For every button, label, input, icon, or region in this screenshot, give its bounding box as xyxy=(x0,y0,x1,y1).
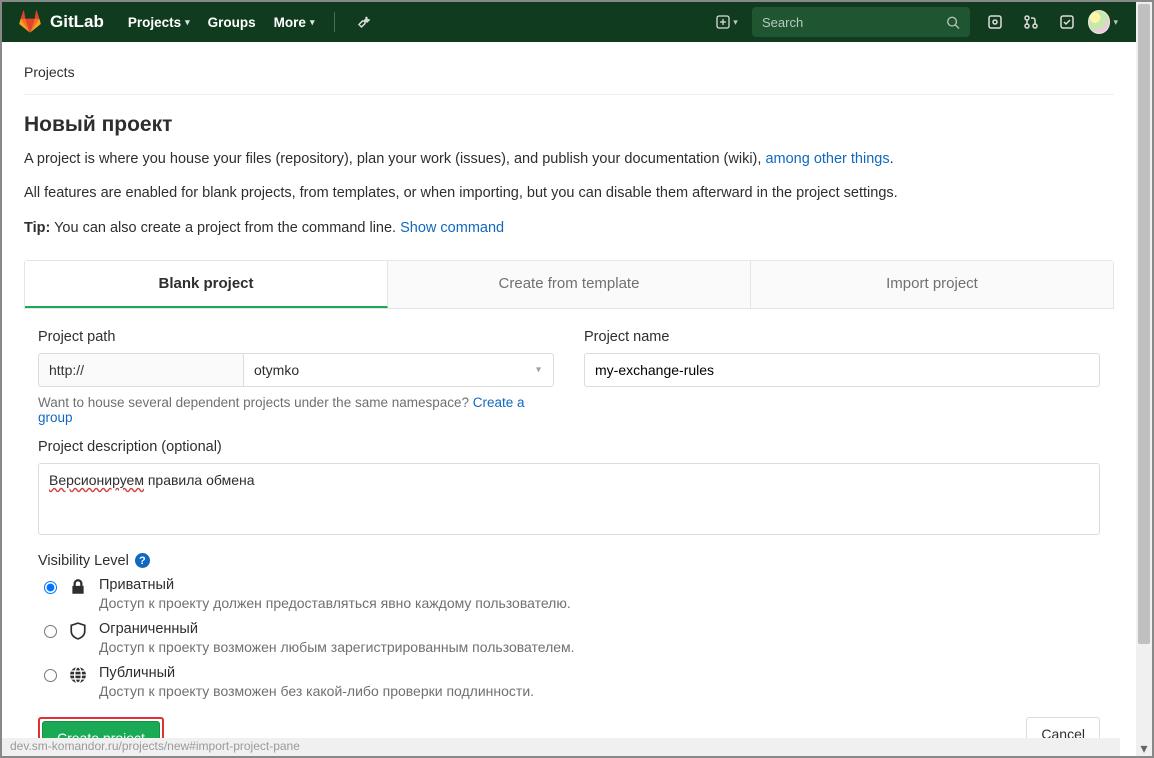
visibility-internal[interactable]: Ограниченный Доступ к проекту возможен л… xyxy=(38,613,1100,657)
visibility-public-radio[interactable] xyxy=(44,669,57,682)
visibility-public-desc: Доступ к проекту возможен без какой-либо… xyxy=(99,683,1100,699)
visibility-private[interactable]: Приватный Доступ к проекту должен предос… xyxy=(38,569,1100,613)
user-menu[interactable]: ▾ xyxy=(1088,7,1118,37)
breadcrumb[interactable]: Projects xyxy=(24,54,1114,95)
merge-requests-icon[interactable] xyxy=(1016,7,1046,37)
tip-paragraph: Tip: You can also create a project from … xyxy=(24,218,1114,238)
namespace-hint: Want to house several dependent projects… xyxy=(38,395,554,425)
globe-icon xyxy=(69,666,87,687)
intro-paragraph-1: A project is where you house your files … xyxy=(24,149,1114,169)
page-title: Новый проект xyxy=(24,113,1114,137)
namespace-select[interactable]: otymko ▾ xyxy=(243,353,554,387)
wrench-icon[interactable] xyxy=(349,7,379,37)
scrollbar-thumb[interactable] xyxy=(1138,4,1150,644)
project-description-input[interactable]: Версионируем правила обмена xyxy=(38,463,1100,535)
browser-status-bar: dev.sm-komandor.ru/projects/new#import-p… xyxy=(2,738,1120,756)
chevron-down-icon: ▾ xyxy=(1113,17,1118,28)
project-path-label: Project path xyxy=(38,329,554,345)
tab-create-from-template[interactable]: Create from template xyxy=(388,261,751,308)
among-other-things-link[interactable]: among other things xyxy=(765,151,889,167)
todos-icon[interactable] xyxy=(1052,7,1082,37)
chevron-down-icon: ▾ xyxy=(536,364,541,375)
nav-groups-label: Groups xyxy=(208,15,256,30)
shield-icon xyxy=(69,622,87,643)
visibility-internal-desc: Доступ к проекту возможен любым зарегист… xyxy=(99,639,1100,655)
visibility-private-radio[interactable] xyxy=(44,581,57,594)
scroll-down-icon[interactable]: ▾ xyxy=(1136,740,1152,756)
plus-button[interactable]: ▾ xyxy=(712,7,742,37)
help-icon[interactable]: ? xyxy=(135,553,150,568)
project-name-input[interactable] xyxy=(584,353,1100,387)
visibility-private-title: Приватный xyxy=(99,577,1100,593)
avatar xyxy=(1088,10,1110,34)
brand-name[interactable]: GitLab xyxy=(50,12,104,32)
browser-scrollbar[interactable]: ▴ ▾ xyxy=(1136,2,1152,756)
gitlab-logo-icon xyxy=(18,10,42,34)
lock-icon xyxy=(69,578,87,599)
nav-projects-label: Projects xyxy=(128,15,181,30)
search-input[interactable] xyxy=(762,15,946,30)
new-project-tabs: Blank project Create from template Impor… xyxy=(24,260,1114,309)
visibility-private-desc: Доступ к проекту должен предоставляться … xyxy=(99,595,1100,611)
show-command-link[interactable]: Show command xyxy=(400,220,504,236)
tab-blank-project[interactable]: Blank project xyxy=(25,261,388,308)
issues-icon[interactable] xyxy=(980,7,1010,37)
visibility-level-label: Visibility Level ? xyxy=(38,553,1100,569)
visibility-internal-radio[interactable] xyxy=(44,625,57,638)
visibility-public-title: Публичный xyxy=(99,665,1100,681)
nav-more[interactable]: More ▾ xyxy=(266,9,323,36)
search-box[interactable] xyxy=(752,7,970,37)
chevron-down-icon: ▾ xyxy=(310,17,315,28)
search-icon xyxy=(946,15,960,30)
chevron-down-icon: ▾ xyxy=(185,17,190,28)
nav-separator xyxy=(334,12,335,32)
top-navbar: GitLab Projects ▾ Groups More ▾ ▾ ▾ xyxy=(2,2,1136,42)
project-path-prefix: http:// xyxy=(38,353,243,387)
chevron-down-icon: ▾ xyxy=(733,17,738,28)
project-description-label: Project description (optional) xyxy=(38,439,1100,455)
nav-groups[interactable]: Groups xyxy=(200,9,264,36)
visibility-internal-title: Ограниченный xyxy=(99,621,1100,637)
visibility-public[interactable]: Публичный Доступ к проекту возможен без … xyxy=(38,657,1100,701)
namespace-value: otymko xyxy=(254,362,299,378)
tip-label: Tip: xyxy=(24,220,50,236)
intro-paragraph-2: All features are enabled for blank proje… xyxy=(24,183,1114,203)
tab-import-project[interactable]: Import project xyxy=(751,261,1113,308)
project-name-label: Project name xyxy=(584,329,1100,345)
nav-more-label: More xyxy=(274,15,306,30)
nav-projects[interactable]: Projects ▾ xyxy=(120,9,198,36)
